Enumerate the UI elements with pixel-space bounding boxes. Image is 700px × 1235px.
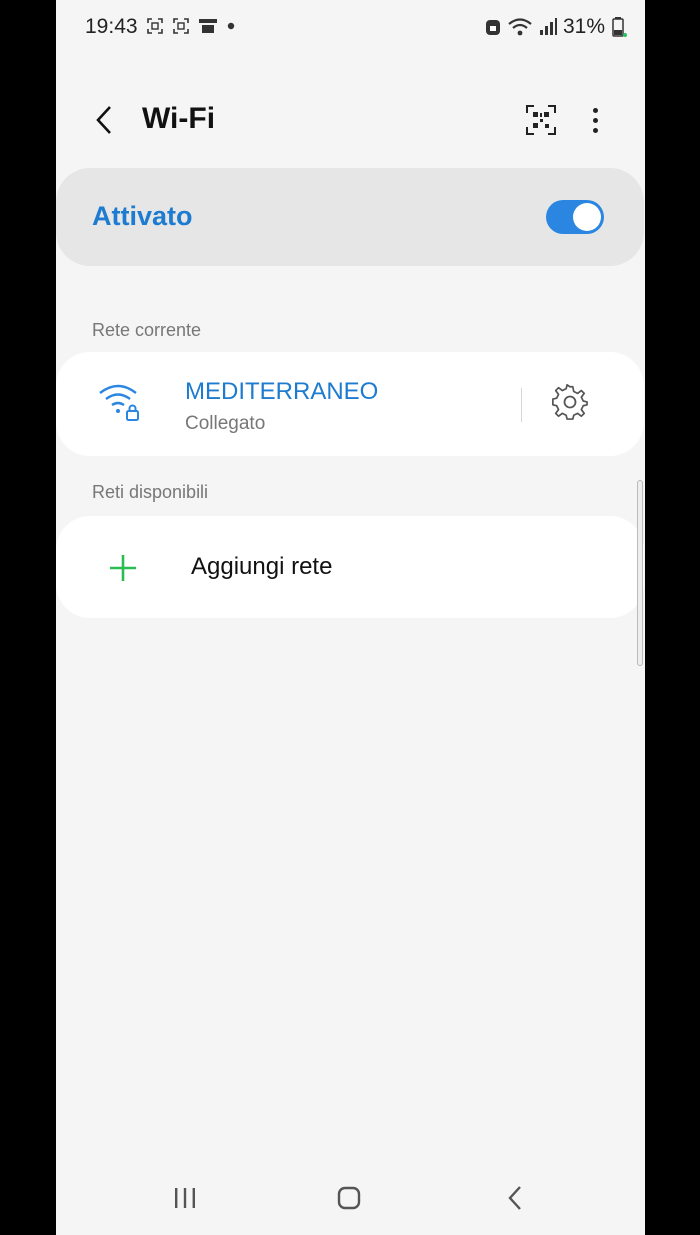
navigation-bar [56,1170,645,1230]
status-right: 31% [485,15,627,39]
wifi-toggle[interactable] [546,200,604,234]
wifi-status-icon [508,18,532,36]
divider [521,388,522,422]
current-network-item[interactable]: MEDITERRANEO Collegato [56,352,644,456]
back-button[interactable] [86,100,122,140]
nav-back-icon[interactable] [506,1184,524,1212]
wifi-lock-icon [99,384,139,421]
notification-icons [146,17,236,35]
news-app-icon [199,19,217,33]
master-switch-label: Attivato [92,201,193,231]
recents-icon[interactable] [172,1186,198,1210]
app-header: Wi-Fi [56,88,645,152]
status-bar: 19:43 31% [56,0,645,54]
signal-icon [539,18,557,35]
wifi-master-switch[interactable]: Attivato [56,168,644,266]
chevron-left-icon [96,106,111,134]
phone-screen: 19:43 31% Wi-Fi Attivato Rete corrente M… [56,0,645,1235]
section-current-network: Rete corrente [92,320,202,340]
more-vert-icon [592,107,598,113]
section-available-networks: Reti disponibili [92,482,209,502]
plus-icon [110,555,136,581]
page-title: Wi-Fi [142,102,216,135]
battery-percent: 31% [562,15,605,38]
gear-icon[interactable] [550,382,590,422]
notification-dot-icon [227,22,235,30]
status-time: 19:43 [85,15,138,38]
add-network-label: Aggiungi rete [191,553,333,580]
network-status: Collegato [185,413,266,434]
home-icon[interactable] [337,1186,361,1210]
more-options-button[interactable] [580,102,610,138]
scrollbar[interactable] [637,480,643,666]
battery-icon [612,17,627,37]
add-network-item[interactable]: Aggiungi rete [56,516,644,618]
qr-code-icon[interactable] [524,103,558,137]
lock-badge-icon [485,20,500,35]
toggle-knob [573,203,601,231]
screen-record-icon [173,18,189,34]
network-name: MEDITERRANEO [185,378,379,405]
screen-record-icon [147,18,163,34]
